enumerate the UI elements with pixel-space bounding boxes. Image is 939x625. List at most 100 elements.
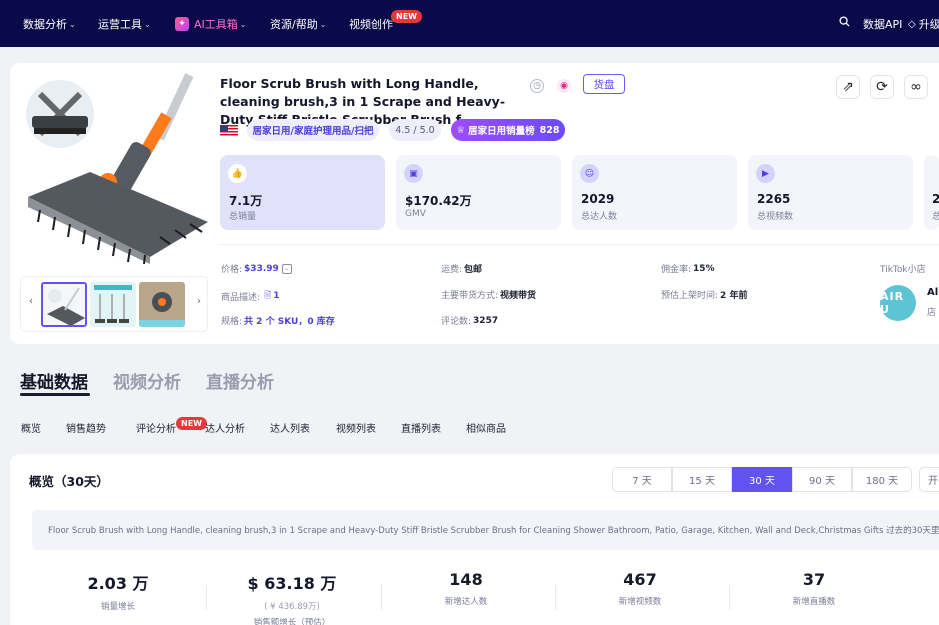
stat-value: $170.42万 xyxy=(405,194,472,208)
price-value: $33.99 xyxy=(244,263,279,274)
top-nav: 数据分析 ⌄ 运营工具 ⌄ ✦ AI工具箱 ⌄ 资源/帮助 ⌄ 视频创作 NEW 数据A… xyxy=(0,0,939,47)
video-icon: ▶ xyxy=(756,164,775,183)
subtab-live-list[interactable]: 直播列表 xyxy=(401,420,441,435)
listed-time-value: 2 年前 xyxy=(720,291,748,301)
trophy-icon: ♕ xyxy=(456,124,466,136)
nav-ops-tools[interactable]: 运营工具 ⌄ xyxy=(98,16,151,32)
tab-video-analysis[interactable]: 视频分析 xyxy=(113,368,181,393)
chevron-right-icon[interactable]: › xyxy=(197,296,201,307)
goods-tag-button[interactable]: 货盘 xyxy=(583,74,625,94)
link-button[interactable]: ∞ xyxy=(904,75,928,99)
reviews-value: 3257 xyxy=(473,315,499,326)
metric-new-lives: 37 新增直播数 xyxy=(729,570,899,607)
stat-label: 总视频数 xyxy=(757,212,794,222)
stat-total-videos[interactable]: ▶ 2265 总视频数 xyxy=(748,155,913,230)
stat-total-sales[interactable]: 👍 7.1万 总销量 xyxy=(220,155,385,230)
subtab-creator-list[interactable]: 达人列表 xyxy=(270,420,310,435)
document-icon: 🗎 xyxy=(264,291,272,301)
nav-label: AI工具箱 xyxy=(194,18,238,31)
timer-icon[interactable]: ◷ xyxy=(530,79,544,93)
nav-label: 数据API xyxy=(863,18,903,31)
metric-sales-growth: 2.03 万 销量增长 xyxy=(33,570,203,612)
metric-value: 37 xyxy=(802,570,826,589)
price-row: 价格: $33.99 ⌄ xyxy=(221,262,292,275)
overview-description: Floor Scrub Brush with Long Handle, clea… xyxy=(32,510,939,550)
thumbnail-1[interactable] xyxy=(41,282,87,327)
description-label: 商品描述: xyxy=(221,292,261,303)
stat-value: 2 xyxy=(932,192,939,206)
range-90d[interactable]: 90 天 xyxy=(792,467,852,492)
stat-label: GMV xyxy=(405,209,426,219)
rank-label: 居家日用销量榜 xyxy=(468,126,535,137)
category-tag[interactable]: 居家日用/家庭护理用品/扫把 xyxy=(247,119,379,141)
shop-sub: 店 xyxy=(927,308,937,318)
shop-logo[interactable]: AIR U xyxy=(880,285,916,321)
rank-badge[interactable]: ♕ 居家日用销量榜 828 xyxy=(451,119,565,141)
metric-new-videos: 467 新增视频数 xyxy=(555,570,725,607)
tiktok-shop-icon[interactable]: ◉ xyxy=(557,79,571,93)
metric-value: 467 xyxy=(623,570,657,589)
subtab-review-analysis[interactable]: 评论分析 xyxy=(136,420,176,435)
share-button[interactable]: ⇗ xyxy=(836,75,860,99)
nav-data-api[interactable]: 数据API xyxy=(863,16,902,32)
reviews-label: 评论数: xyxy=(441,317,472,327)
price-history-icon[interactable]: ⌄ xyxy=(281,263,292,274)
shop-label: TikTok小店 xyxy=(880,265,926,275)
metric-label: 新增直播数 xyxy=(792,597,836,607)
tab-live-analysis[interactable]: 直播分析 xyxy=(206,368,274,393)
nav-label: 升级 xyxy=(918,18,939,31)
subtab-video-list[interactable]: 视频列表 xyxy=(336,420,376,435)
reviews-row: 评论数: 3257 xyxy=(441,314,499,328)
thumbnail-3[interactable] xyxy=(139,282,185,327)
chevron-down-icon: ⌄ xyxy=(69,19,76,29)
metric-label: 销量增长 xyxy=(100,602,135,612)
nav-video-creation[interactable]: 视频创作 xyxy=(349,16,393,32)
thumbnail-2[interactable] xyxy=(90,282,136,327)
ai-toolbox-icon: ✦ xyxy=(175,17,189,31)
sales-mode-row: 主要带货方式: 视频带货 xyxy=(441,288,536,301)
subtab-similar-products[interactable]: 相似商品 xyxy=(466,420,506,435)
subtab-sales-trend[interactable]: 销售趋势 xyxy=(66,420,106,435)
shipping-value: 包邮 xyxy=(464,265,483,275)
nav-label: 资源/帮助 xyxy=(270,18,318,31)
external-link-icon: ⇗ xyxy=(842,79,854,95)
shipping-row: 运费: 包邮 xyxy=(441,262,482,275)
nav-resources-help[interactable]: 资源/帮助 ⌄ xyxy=(270,16,326,32)
stat-gmv[interactable]: ▣ $170.42万 GMV xyxy=(396,155,561,230)
sales-mode-value: 视频带货 xyxy=(500,291,537,301)
nav-label: 视频创作 xyxy=(349,18,393,31)
nav-data-analysis[interactable]: 数据分析 ⌄ xyxy=(23,16,76,32)
diamond-icon: ◇ xyxy=(908,18,916,30)
description-link[interactable]: 1 xyxy=(273,291,279,301)
subtab-overview[interactable]: 概览 xyxy=(21,420,41,435)
thumbs-up-icon: 👍 xyxy=(228,164,247,183)
range-180d[interactable]: 180 天 xyxy=(852,467,912,492)
chevron-down-icon: ⌄ xyxy=(319,19,327,29)
product-main-image[interactable] xyxy=(20,72,208,265)
tab-basic-data[interactable]: 基础数据 xyxy=(20,368,88,393)
stat-total-creators[interactable]: ☺ 2029 总达人数 xyxy=(572,155,737,230)
metric-revenue-growth: $ 63.18 万 ( ¥ 436.89万) 销售额增长（预估） xyxy=(207,570,377,625)
range-7d[interactable]: 7 天 xyxy=(612,467,672,492)
spec-row: 规格: 共 2 个 SKU，0 库存 xyxy=(221,314,335,327)
stat-value: 2029 xyxy=(581,192,615,206)
chevron-left-icon[interactable]: ‹ xyxy=(29,296,33,307)
spec-link[interactable]: 共 2 个 SKU，0 库存 xyxy=(244,314,335,327)
chevron-down-icon: ⌄ xyxy=(239,19,247,29)
spec-label: 规格: xyxy=(221,317,243,327)
stat-label: 总销量 xyxy=(229,212,257,222)
range-15d[interactable]: 15 天 xyxy=(672,467,732,492)
shop-name[interactable]: All xyxy=(927,287,939,298)
nav-ai-toolbox[interactable]: ✦ AI工具箱 ⌄ xyxy=(175,16,246,32)
stat-label: 总达人数 xyxy=(581,212,618,222)
new-badge: NEW xyxy=(391,10,422,23)
range-custom[interactable]: 开 xyxy=(919,467,939,492)
range-30d[interactable]: 30 天 xyxy=(732,467,792,492)
refresh-button[interactable]: ⟳ xyxy=(870,75,894,99)
nav-upgrade[interactable]: ◇ 升级 xyxy=(908,16,939,32)
stat-total-lives[interactable]: 2 总 xyxy=(924,155,939,230)
metric-value: 2.03 万 xyxy=(87,574,149,593)
rank-value: 828 xyxy=(539,124,560,136)
search-button[interactable] xyxy=(839,16,850,27)
subtab-creator-analysis[interactable]: 达人分析 xyxy=(205,420,245,435)
